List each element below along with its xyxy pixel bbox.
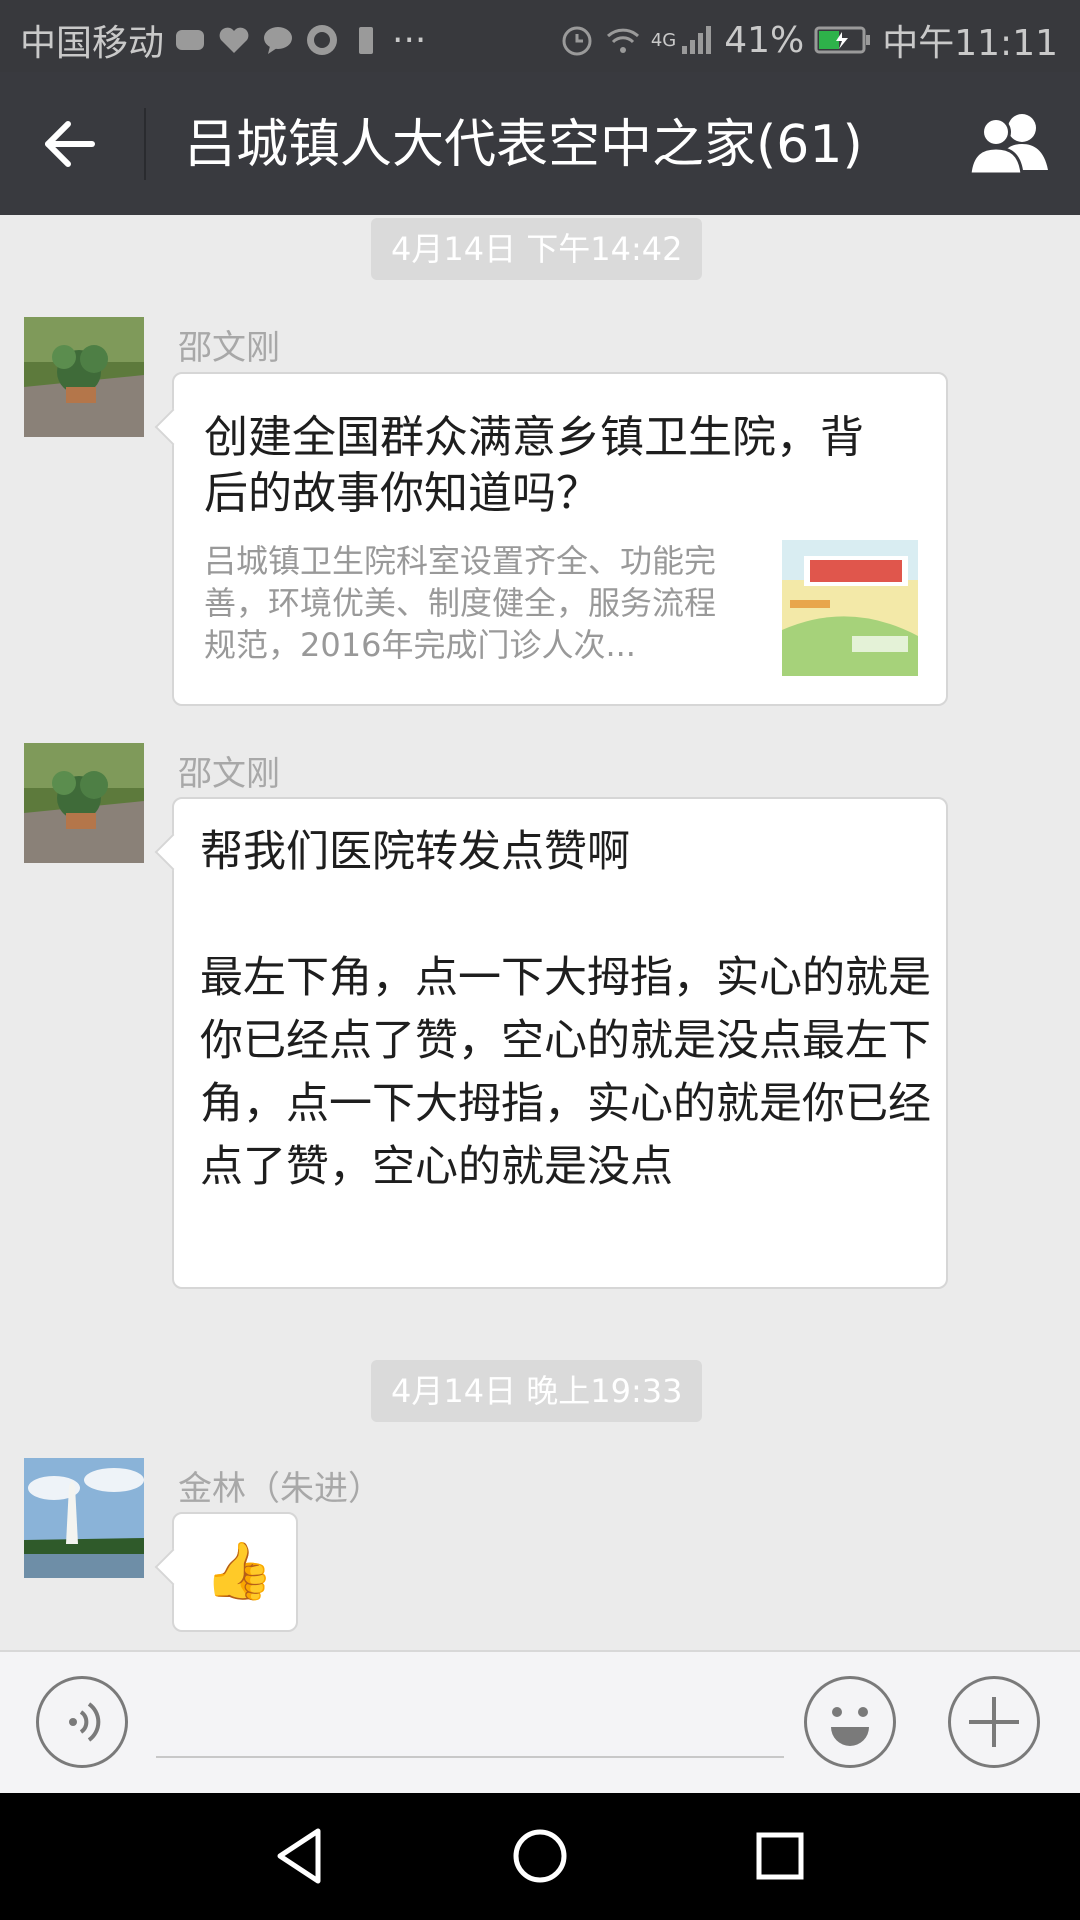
title-divider (144, 108, 146, 180)
app-icon (307, 25, 338, 55)
emoji-button[interactable] (804, 1676, 896, 1768)
more-notifications-icon: ··· (392, 19, 427, 61)
notification-icon (176, 30, 205, 50)
system-nav-bar (0, 1793, 1080, 1920)
battery-warning-icon (359, 27, 374, 54)
status-right: 4G 41% 中午11:11 (559, 14, 1058, 66)
avatar[interactable] (24, 743, 144, 863)
more-button[interactable] (948, 1676, 1040, 1768)
network-type: 4G (650, 29, 677, 51)
nav-recent-button[interactable] (747, 1823, 813, 1889)
avatar-monument-image (24, 1458, 144, 1578)
group-members-button[interactable] (964, 108, 1054, 180)
thumbs-up-emoji: 👍 (204, 1539, 274, 1604)
plus-icon (969, 1697, 1019, 1747)
thumbnail-image (782, 540, 918, 676)
message-input[interactable] (156, 1692, 784, 1758)
avatar[interactable] (24, 1458, 144, 1578)
avatar[interactable] (24, 317, 144, 437)
back-button[interactable] (30, 104, 116, 184)
sender-name: 金林（朱进） (178, 1469, 382, 1509)
status-left: 中国移动 ··· (20, 14, 426, 66)
chat-header: 吕城镇人大代表空中之家(61) (0, 72, 1080, 215)
arrow-left-icon (45, 121, 95, 167)
text-message-bubble[interactable]: 帮我们医院转发点赞啊 最左下角，点一下大拇指，实心的就是你已经点了赞，空心的就是… (172, 797, 948, 1289)
smiley-icon (831, 1707, 869, 1746)
chat-icon (264, 27, 293, 54)
avatar-plant-image (24, 317, 144, 437)
link-description: 吕城镇卫生院科室设置齐全、功能完善，环境优美、制度健全，服务流程规范，2016年… (204, 542, 717, 664)
avatar-plant-image (24, 743, 144, 863)
emoji-message-bubble[interactable]: 👍 (172, 1512, 298, 1632)
timestamp: 4月14日 下午14:42 (371, 218, 703, 280)
circle-home-icon (513, 1829, 567, 1883)
nav-home-button[interactable] (507, 1823, 573, 1889)
sender-name: 邵文刚 (178, 328, 280, 368)
message-text: 帮我们医院转发点赞啊 最左下角，点一下大拇指，实心的就是你已经点了赞，空心的就是… (200, 827, 931, 1192)
alarm-icon (562, 26, 592, 56)
group-members-icon (968, 114, 1048, 176)
sender-name: 邵文刚 (178, 754, 280, 794)
chat-title: 吕城镇人大代表空中之家(61) (184, 115, 863, 175)
battery-percent: 41% (724, 19, 805, 61)
heart-pulse-icon (219, 27, 249, 53)
signal-icon (682, 26, 712, 54)
link-title: 创建全国群众满意乡镇卫生院，背后的故事你知道吗？ (204, 412, 864, 519)
link-message-card[interactable]: 创建全国群众满意乡镇卫生院，背后的故事你知道吗？ 吕城镇卫生院科室设置齐全、功能… (172, 372, 948, 706)
voice-icon (69, 1702, 101, 1742)
input-bar (0, 1650, 1080, 1795)
clock-label: 中午11:11 (882, 23, 1058, 64)
carrier-label: 中国移动 (20, 23, 165, 64)
voice-button[interactable] (36, 1676, 128, 1768)
timestamp: 4月14日 晚上19:33 (371, 1360, 703, 1422)
link-thumbnail (782, 540, 918, 676)
battery-icon (814, 26, 871, 54)
triangle-back-icon (277, 1828, 321, 1884)
wifi-icon (606, 28, 639, 53)
square-recent-icon (756, 1832, 804, 1880)
nav-back-button[interactable] (268, 1823, 334, 1889)
status-bar: 中国移动 ··· 4G 41% 中午11:11 (0, 0, 1080, 72)
